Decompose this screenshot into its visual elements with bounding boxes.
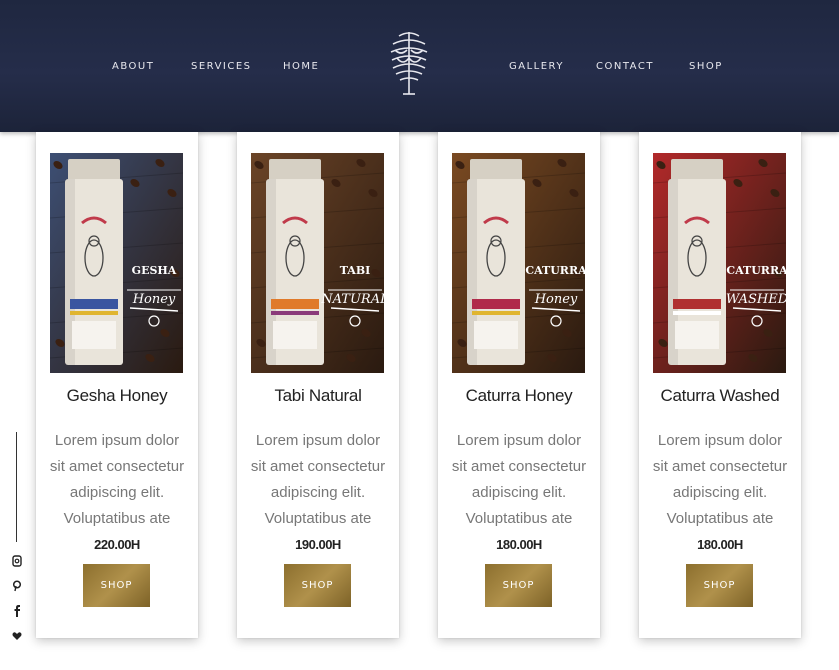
nav-about[interactable]: ABOUT <box>112 61 154 72</box>
badge-text: TABI <box>340 264 371 277</box>
product-image[interactable]: TABI NATURAL <box>251 153 384 373</box>
shop-button[interactable]: SHOP <box>284 564 351 607</box>
product-card[interactable]: TABI NATURAL Tabi Natural Lorem ipsum dol… <box>237 132 399 638</box>
product-packshot: TABI NATURAL <box>251 153 384 373</box>
product-description: Lorem ipsum dolor sit amet consectetur a… <box>451 432 587 527</box>
nav-home[interactable]: HOME <box>283 61 319 72</box>
shop-button[interactable]: SHOP <box>485 564 552 607</box>
nav-contact[interactable]: CONTACT <box>596 61 654 72</box>
product-title[interactable]: Tabi Natural <box>237 386 399 406</box>
product-packshot: GESHA Honey <box>50 153 183 373</box>
product-image[interactable]: GESHA Honey <box>50 153 183 373</box>
product-card[interactable]: GESHA Honey Gesha Honey Lorem ipsum dolor… <box>36 132 198 638</box>
instagram-icon[interactable] <box>10 554 24 568</box>
badge-text: Honey <box>534 292 578 307</box>
nav-gallery[interactable]: GALLERY <box>509 61 564 72</box>
product-card[interactable]: CATURRA WASHED Caturra Washed Lorem ipsum… <box>639 132 801 638</box>
product-packshot: CATURRA WASHED <box>653 153 786 373</box>
product-description: Lorem ipsum dolor sit amet consectetur a… <box>49 432 185 527</box>
badge-text: CATURRA <box>525 264 585 277</box>
product-description: Lorem ipsum dolor sit amet consectetur a… <box>652 432 788 527</box>
nav-services[interactable]: SERVICES <box>191 61 252 72</box>
heart-icon[interactable] <box>10 629 24 643</box>
badge-text: WASHED <box>726 292 786 307</box>
badge-text: GESHA <box>132 264 177 277</box>
badge-text: CATURRA <box>726 264 786 277</box>
site-header: ABOUT SERVICES HOME GALLERY CONTACT SHOP <box>0 0 839 132</box>
product-image[interactable]: CATURRA Honey <box>452 153 585 373</box>
product-title[interactable]: Gesha Honey <box>36 386 198 406</box>
social-divider <box>16 432 17 542</box>
product-card[interactable]: CATURRA Honey Caturra Honey Lorem ipsum d… <box>438 132 600 638</box>
brand-logo[interactable] <box>387 28 431 98</box>
product-description: Lorem ipsum dolor sit amet consectetur a… <box>250 432 386 527</box>
product-price: 180.00H <box>697 537 743 552</box>
badge-text: Honey <box>132 292 176 307</box>
product-price: 190.00H <box>295 537 341 552</box>
shop-button[interactable]: SHOP <box>83 564 150 607</box>
product-price: 220.00H <box>94 537 140 552</box>
product-image[interactable]: CATURRA WASHED <box>653 153 786 373</box>
nav-shop[interactable]: SHOP <box>689 61 723 72</box>
badge-text: NATURAL <box>320 292 384 307</box>
pinterest-icon[interactable] <box>10 579 24 593</box>
product-title[interactable]: Caturra Washed <box>639 386 801 406</box>
product-title[interactable]: Caturra Honey <box>438 386 600 406</box>
shop-button[interactable]: SHOP <box>686 564 753 607</box>
product-price: 180.00H <box>496 537 542 552</box>
product-packshot: CATURRA Honey <box>452 153 585 373</box>
facebook-icon[interactable] <box>10 604 24 618</box>
